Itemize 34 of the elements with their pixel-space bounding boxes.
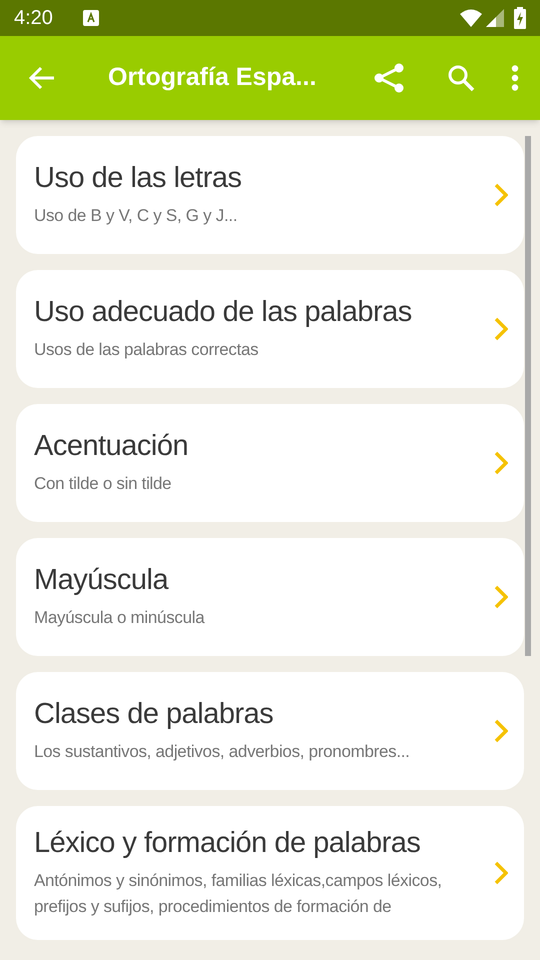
card-title: Uso de las letras <box>34 161 242 195</box>
battery-icon <box>514 7 526 29</box>
chevron-right-icon <box>494 317 508 341</box>
chevron-right-icon <box>494 861 508 885</box>
menu-card[interactable]: Léxico y formación de palabras Antónimos y sinónimos, familias léxicas,campos léxicos, prefijos y sufijos, procedimientos de formación de <box>16 806 524 940</box>
card-title: Léxico y formación de palabras <box>34 826 422 860</box>
card-title: Uso adecuado de las palabras <box>34 295 413 329</box>
chevron-right-icon <box>494 585 508 609</box>
app-title: Ortografía Espa... <box>108 62 316 94</box>
menu-card[interactable]: Mayúscula Mayúscula o minúscula <box>16 538 524 656</box>
wifi-icon <box>460 9 482 27</box>
share-icon <box>374 63 404 93</box>
status-time: 4:20 <box>14 6 53 31</box>
card-subtitle: Con tilde o sin tilde <box>34 473 172 495</box>
card-subtitle: Antónimos y sinónimos, familias léxicas,campos léxicos, prefijos y sufijos, procedimientos de formación de <box>34 870 443 918</box>
back-arrow-icon <box>29 66 55 90</box>
card-subtitle: Mayúscula o minúscula <box>34 607 206 629</box>
search-icon <box>447 64 475 92</box>
card-subtitle: Los sustantivos, adjetivos, adverbios, pronombres... <box>34 741 411 763</box>
card-title: Clases de palabras <box>34 697 274 731</box>
menu-card[interactable]: Uso adecuado de las palabras Usos de las palabras correctas <box>16 270 524 388</box>
signal-icon <box>486 9 504 27</box>
notification-icon <box>82 10 99 26</box>
menu-card[interactable]: Clases de palabras Los sustantivos, adjetivos, adverbios, pronombres... <box>16 672 524 790</box>
menu-card[interactable]: Uso de las letras Uso de B y V, C y S, G y J... <box>16 136 524 254</box>
chevron-right-icon <box>494 183 508 207</box>
chevron-right-icon <box>494 451 508 475</box>
card-subtitle: Uso de B y V, C y S, G y J... <box>34 205 238 227</box>
menu-card[interactable]: Acentuación Con tilde o sin tilde <box>16 404 524 522</box>
card-title: Mayúscula <box>34 563 170 597</box>
chevron-right-icon <box>494 719 508 743</box>
card-subtitle: Usos de las palabras correctas <box>34 339 260 361</box>
more-vert-icon <box>511 65 519 91</box>
card-title: Acentuación <box>34 429 190 463</box>
